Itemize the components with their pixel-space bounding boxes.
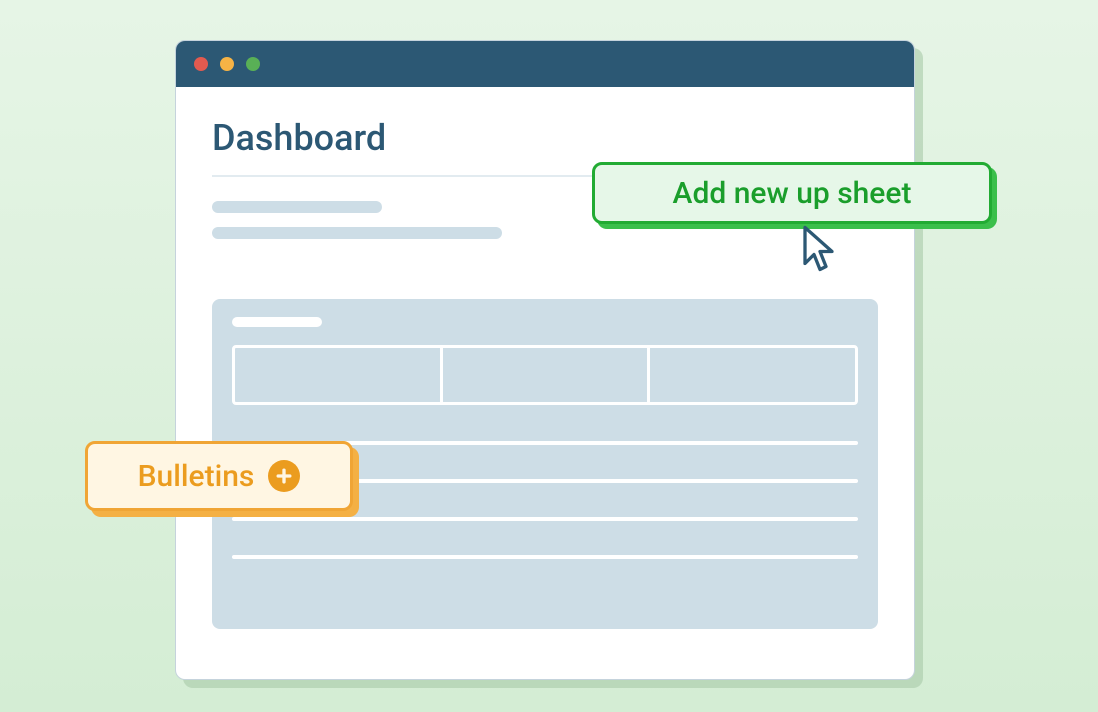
window-titlebar [176,41,914,87]
panel-heading-skeleton [232,317,322,327]
table-header-cell [443,348,651,402]
page-title: Dashboard [212,117,878,159]
bulletins-label: Bulletins [138,459,255,494]
table-row [232,555,858,559]
minimize-icon[interactable] [220,57,234,71]
table-header-cell [650,348,855,402]
skeleton-line [212,227,502,239]
maximize-icon[interactable] [246,57,260,71]
close-icon[interactable] [194,57,208,71]
table-header-row [232,345,858,405]
skeleton-line [212,201,382,213]
add-sheet-button[interactable]: Add new up sheet [592,162,992,224]
table-row [232,517,858,521]
cursor-icon [802,224,838,276]
app-window: Dashboard [175,40,915,680]
table-header-cell [235,348,443,402]
bulletins-button[interactable]: Bulletins [85,441,353,511]
add-sheet-label: Add new up sheet [673,176,912,211]
plus-icon [268,460,300,492]
